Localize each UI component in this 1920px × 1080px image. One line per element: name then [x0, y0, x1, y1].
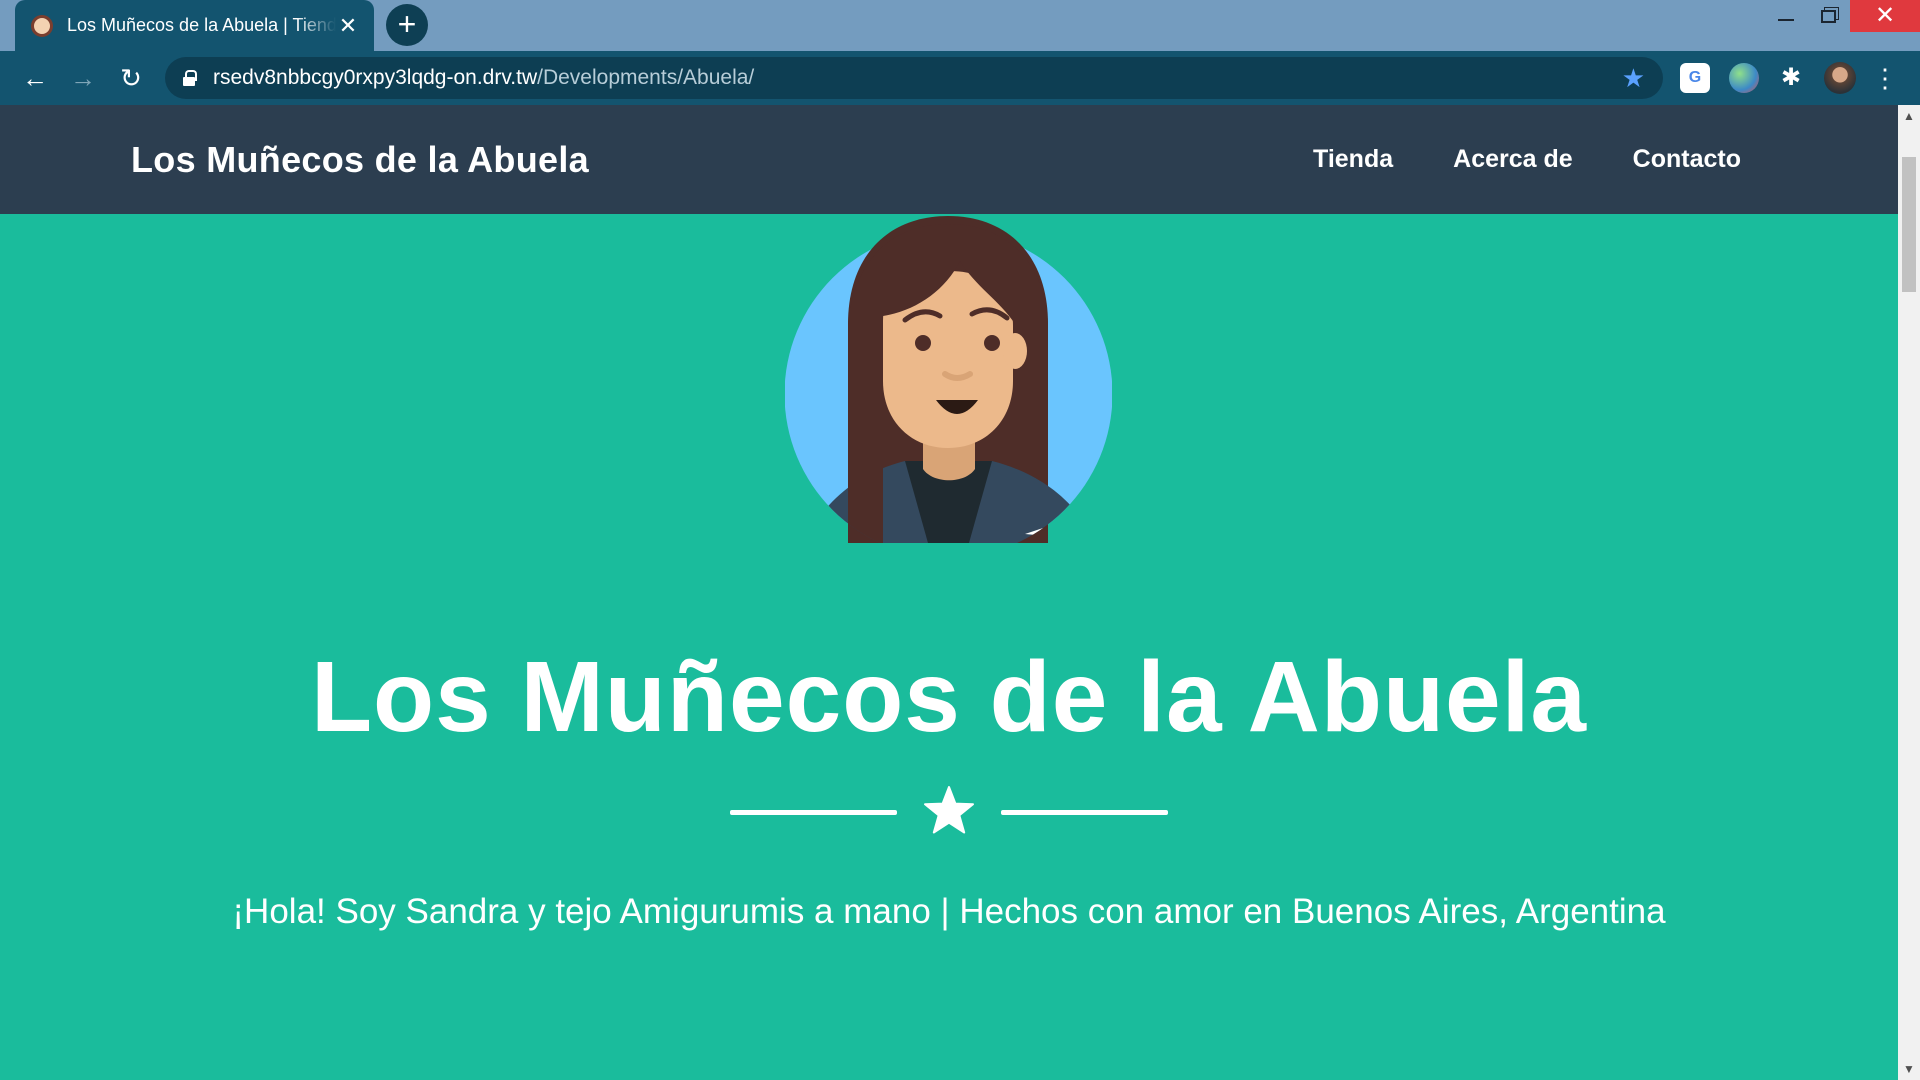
nav-links: Tienda Acerca de Contacto — [1253, 105, 1741, 214]
browser-tab[interactable]: Los Muñecos de la Abuela | Tienda ✕ — [15, 0, 374, 51]
nav-link-acerca-de[interactable]: Acerca de — [1453, 145, 1573, 174]
divider-line-right — [1001, 810, 1168, 815]
extensions-puzzle-icon[interactable]: ✱ — [1776, 63, 1806, 93]
reload-button[interactable]: ↻ — [112, 59, 150, 97]
restore-button[interactable] — [1798, 0, 1858, 32]
url-path: /Developments/Abuela/ — [537, 66, 755, 89]
browser-menu-icon[interactable]: ⋮ — [1872, 63, 1898, 93]
profile-avatar[interactable] — [1824, 62, 1856, 94]
avatar-illustration — [784, 216, 1113, 558]
scroll-up-arrow-icon[interactable]: ▲ — [1898, 109, 1920, 123]
lock-icon[interactable] — [183, 70, 197, 86]
back-button[interactable]: ← — [16, 59, 54, 97]
hero-tagline: ¡Hola! Soy Sandra y tejo Amigurumis a ma… — [232, 892, 1666, 931]
scroll-down-arrow-icon[interactable]: ▼ — [1898, 1062, 1920, 1076]
favicon-icon — [31, 14, 53, 37]
site-navbar: Los Muñecos de la Abuela Tienda Acerca d… — [0, 105, 1898, 214]
restore-icon — [1820, 10, 1836, 23]
divider-line-left — [730, 810, 897, 815]
browser-toolbar: ← → ↻ rsedv8nbbcgy0rxpy3lqdg-on.drv.tw /… — [0, 51, 1920, 105]
bookmark-star-icon[interactable]: ★ — [1622, 63, 1645, 94]
minimize-icon — [1778, 19, 1794, 21]
page-viewport: Los Muñecos de la Abuela Tienda Acerca d… — [0, 105, 1898, 1080]
site-brand-link[interactable]: Los Muñecos de la Abuela — [131, 105, 589, 214]
tab-close-icon[interactable]: ✕ — [336, 13, 360, 39]
hero-title: Los Muñecos de la Abuela — [310, 641, 1588, 753]
translate-extension-icon[interactable]: G — [1680, 63, 1710, 93]
page-scrollbar[interactable]: ▲ ▼ — [1898, 105, 1920, 1080]
window-close-button[interactable]: ✕ — [1850, 0, 1920, 32]
close-icon: ✕ — [1874, 2, 1896, 29]
nav-link-tienda[interactable]: Tienda — [1313, 145, 1393, 174]
star-icon — [924, 786, 974, 834]
globe-extension-icon[interactable] — [1729, 63, 1759, 93]
scroll-thumb[interactable] — [1902, 157, 1916, 292]
forward-button[interactable]: → — [64, 59, 102, 97]
url-host: rsedv8nbbcgy0rxpy3lqdg-on.drv.tw — [213, 66, 538, 89]
woman-avatar-icon — [784, 216, 1113, 558]
nav-link-contacto[interactable]: Contacto — [1633, 145, 1741, 174]
browser-tabstrip: Los Muñecos de la Abuela | Tienda ✕ + ✕ — [0, 0, 1920, 51]
star-divider — [730, 785, 1168, 839]
tab-title: Los Muñecos de la Abuela | Tienda — [67, 15, 336, 35]
new-tab-button[interactable]: + — [386, 4, 428, 46]
address-bar[interactable]: rsedv8nbbcgy0rxpy3lqdg-on.drv.tw /Develo… — [165, 57, 1663, 99]
